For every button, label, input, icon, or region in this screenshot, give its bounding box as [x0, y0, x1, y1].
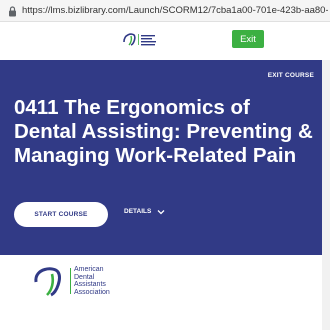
- start-course-button[interactable]: START COURSE: [14, 202, 108, 227]
- adaa-logo-small: [123, 33, 156, 46]
- url-text[interactable]: https://lms.bizlibrary.com/Launch/SCORM1…: [22, 4, 328, 18]
- organization-name: American Dental Assistants Association: [74, 266, 110, 296]
- lock-icon: [9, 6, 16, 17]
- details-label: DETAILS: [124, 208, 152, 215]
- chevron-down-icon: [157, 209, 165, 214]
- course-title: 0411 The Ergonomics of Dental Assisting:…: [14, 96, 313, 167]
- logo-divider: [70, 268, 71, 294]
- page-scrollbar[interactable]: [322, 60, 330, 330]
- details-toggle[interactable]: DETAILS: [124, 208, 165, 215]
- exit-course-link[interactable]: EXIT COURSE: [268, 72, 314, 79]
- address-bar[interactable]: https://lms.bizlibrary.com/Launch/SCORM1…: [0, 0, 330, 22]
- exit-button[interactable]: Exit: [232, 30, 264, 48]
- course-hero: EXIT COURSE 0411 The Ergonomics of Denta…: [0, 60, 322, 255]
- adaa-logo: [34, 267, 61, 297]
